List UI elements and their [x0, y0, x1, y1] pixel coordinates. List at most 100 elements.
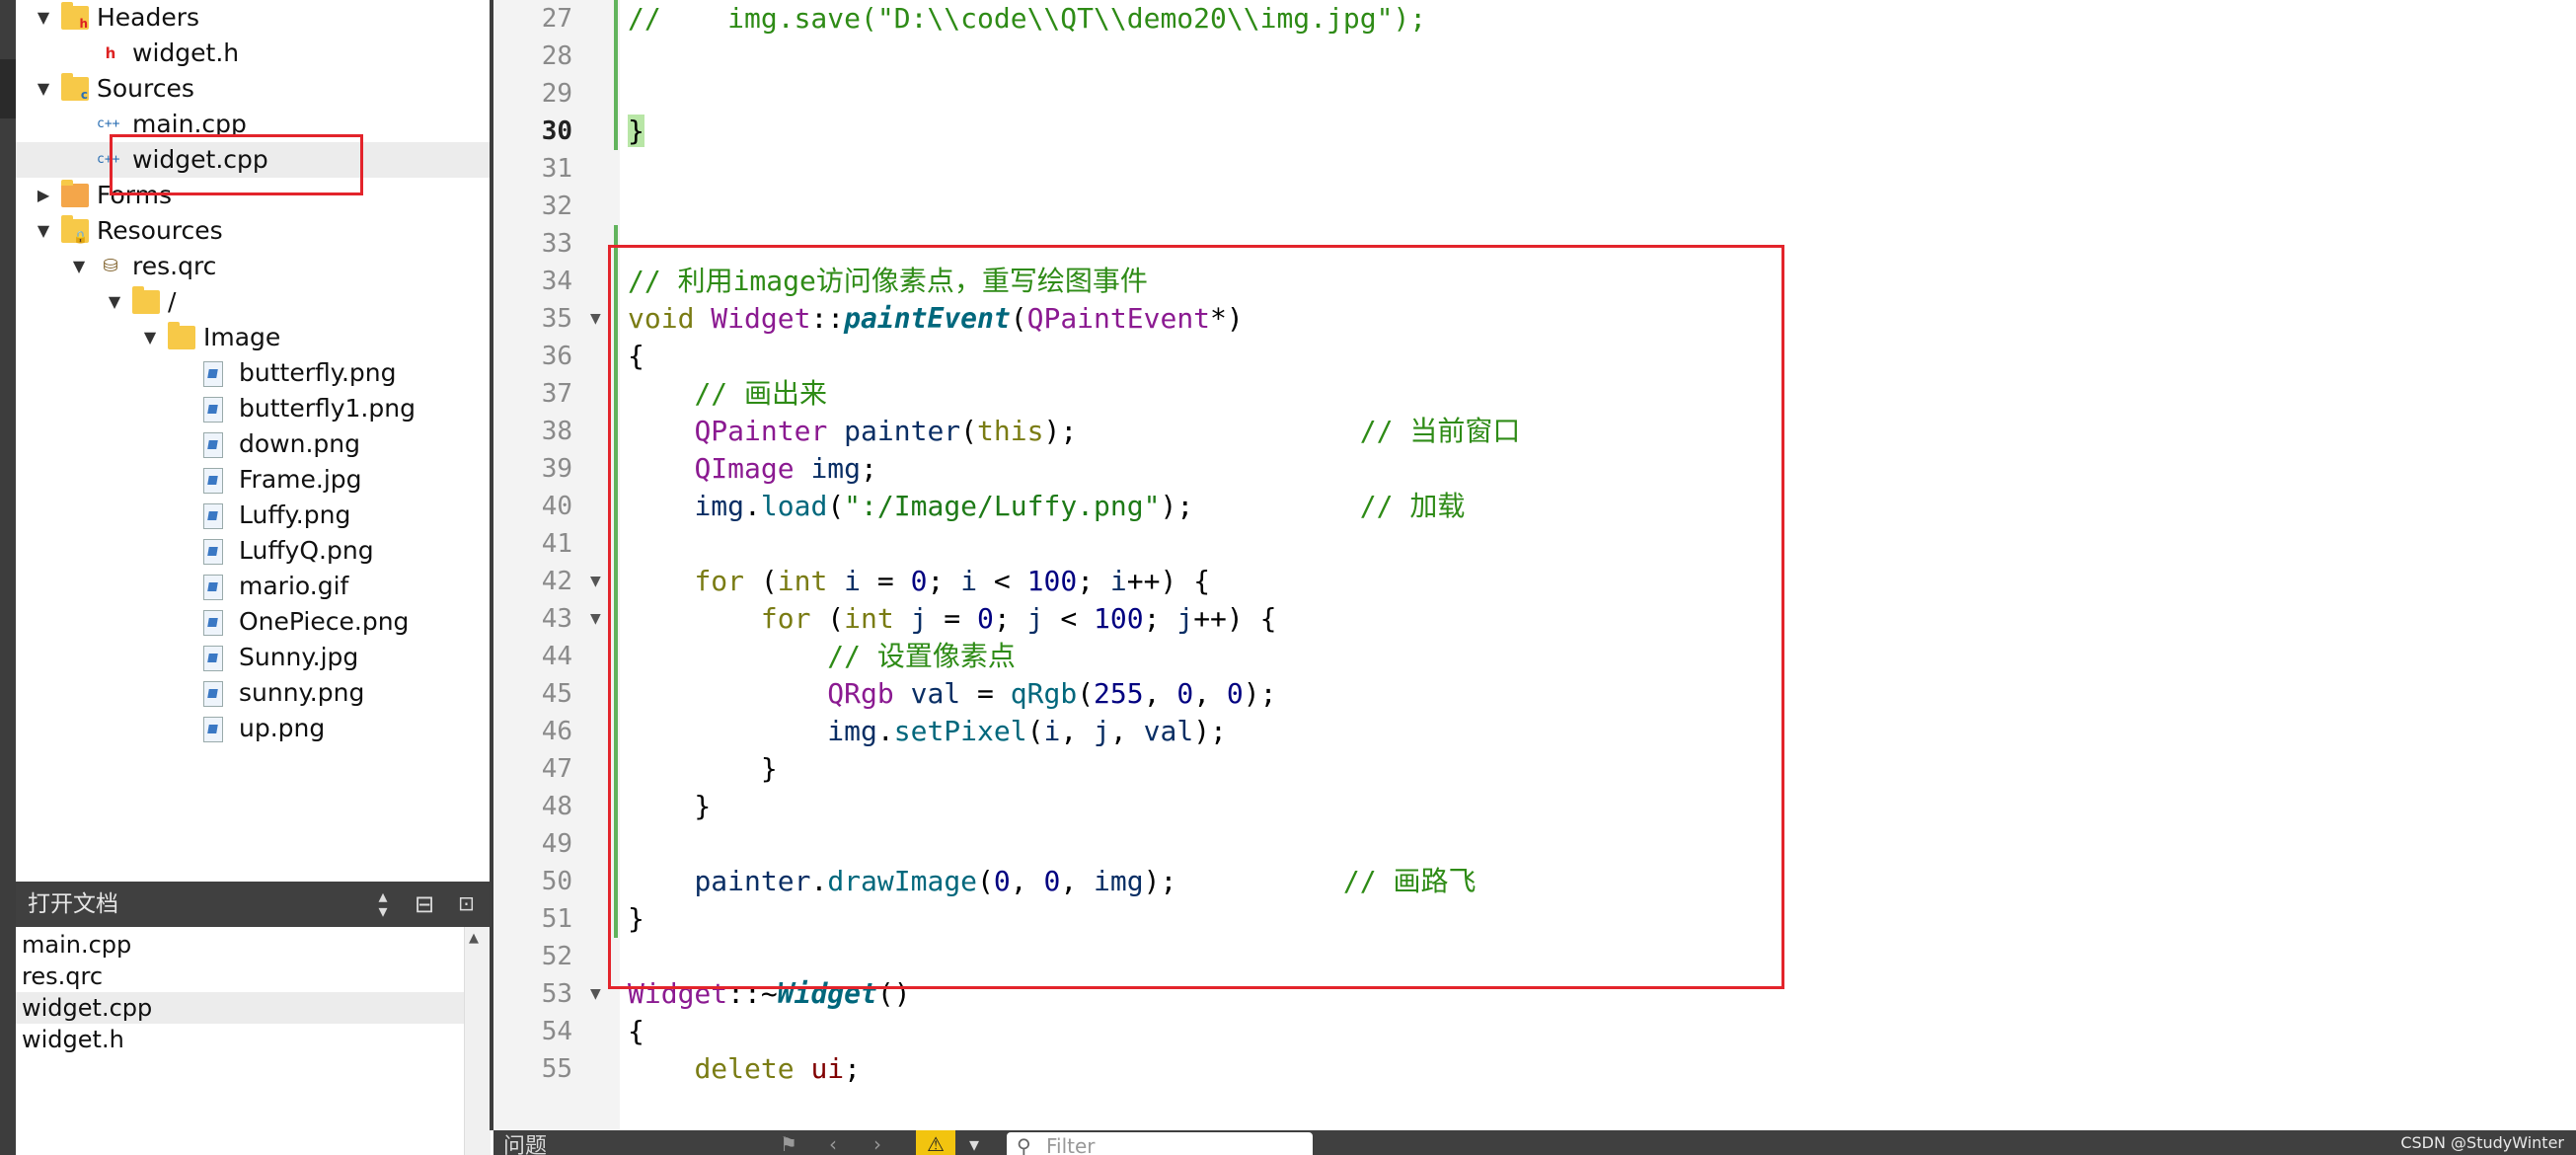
line-number: 30	[541, 116, 572, 146]
close-pane-icon[interactable]: ⊡	[458, 889, 486, 917]
open-document-item[interactable]: res.qrc	[16, 961, 464, 992]
sort-updown-icon[interactable]: ▴ ▾	[369, 888, 397, 921]
forms-folder-icon	[61, 180, 89, 207]
tree-item[interactable]: Frame.jpg	[16, 462, 490, 498]
code-line[interactable]: 27 // img.save("D:\\code\\QT\\demo20\\img…	[493, 0, 2576, 38]
line-number: 54	[541, 1017, 572, 1046]
tree-item[interactable]: ▼ /	[16, 284, 490, 320]
line-number: 36	[541, 342, 572, 371]
issues-tab[interactable]: 问题	[503, 1132, 547, 1155]
mode-selector-indicator	[0, 59, 16, 118]
tree-item[interactable]: Sunny.jpg	[16, 640, 490, 675]
code-token: ui	[810, 1052, 845, 1085]
image-file-icon	[203, 646, 223, 671]
line-number: 39	[541, 454, 572, 484]
tree-item[interactable]: sunny.png	[16, 675, 490, 711]
fold-arrow-icon[interactable]: ▼	[590, 300, 604, 338]
code-line[interactable]: 31	[493, 150, 2576, 188]
expand-arrow-icon[interactable]: ▼	[34, 71, 53, 107]
back-arrow-icon[interactable]: ‹	[829, 1132, 837, 1155]
open-documents-scrollbar[interactable]: ▲	[464, 927, 491, 1155]
expand-arrow-icon[interactable]: ▼	[34, 213, 53, 249]
line-number: 47	[541, 754, 572, 784]
tree-item-label: mario.gif	[239, 572, 349, 600]
open-documents-title: 打开文档	[28, 891, 118, 917]
line-number: 28	[541, 41, 572, 71]
code-line[interactable]: 54 {	[493, 1013, 2576, 1050]
fold-arrow-icon[interactable]: ▼	[590, 975, 604, 1013]
tree-item[interactable]: up.png	[16, 711, 490, 746]
resources-folder-icon: 🔒	[61, 215, 89, 243]
tree-item-label: butterfly.png	[239, 358, 397, 387]
tree-item[interactable]: ▼ 🔒 Resources	[16, 213, 490, 249]
expand-arrow-icon[interactable]: ▼	[140, 320, 160, 355]
split-view-icon[interactable]: ⊟	[415, 887, 448, 921]
image-file-icon	[203, 575, 223, 600]
tree-item[interactable]: mario.gif	[16, 569, 490, 604]
header-file-icon: h	[105, 44, 116, 62]
image-file-icon	[203, 361, 223, 387]
line-number: 38	[541, 417, 572, 446]
line-number: 33	[541, 229, 572, 259]
line-number: 55	[541, 1054, 572, 1084]
line-number: 40	[541, 492, 572, 521]
warning-filter-icon[interactable]: ⚠	[916, 1130, 955, 1155]
mode-selector-bar	[0, 0, 16, 1155]
tree-item[interactable]: Luffy.png	[16, 498, 490, 533]
fold-arrow-icon[interactable]: ▼	[590, 600, 604, 638]
image-file-icon	[203, 397, 223, 423]
expand-arrow-icon[interactable]: ▼	[105, 284, 124, 320]
tree-item[interactable]: ▼ h Headers	[16, 0, 490, 36]
expand-arrow-icon[interactable]: ▼	[69, 249, 89, 284]
tree-item-label: sunny.png	[239, 678, 365, 707]
code-line[interactable]: 28	[493, 38, 2576, 75]
tree-item-label: butterfly1.png	[239, 394, 416, 423]
fold-arrow-icon[interactable]: ▼	[590, 563, 604, 600]
filter-input[interactable]: ⚲ Filter	[1007, 1132, 1313, 1155]
tree-item-label: Sources	[97, 74, 194, 103]
qrc-file-icon: ⛁	[103, 256, 118, 276]
line-number: 34	[541, 267, 572, 296]
tree-item-label: Frame.jpg	[239, 465, 362, 494]
code-token: }	[628, 115, 644, 147]
forward-arrow-icon[interactable]: ›	[873, 1132, 881, 1155]
code-line[interactable]: 29	[493, 75, 2576, 113]
project-tree[interactable]: ▼ h Headers h widget.h ▼ c Sources c++ main.cpp c+…	[16, 0, 490, 882]
code-line[interactable]: 55 delete ui;	[493, 1050, 2576, 1088]
collapse-arrow-icon[interactable]: ▶	[34, 178, 53, 213]
open-document-item[interactable]: main.cpp	[16, 929, 464, 961]
expand-arrow-icon[interactable]: ▼	[34, 0, 53, 36]
scroll-up-icon[interactable]: ▲	[469, 931, 479, 946]
tree-item[interactable]: ▼ ⛁ res.qrc	[16, 249, 490, 284]
run-icon[interactable]: ⚑	[780, 1132, 797, 1155]
line-number: 48	[541, 792, 572, 821]
line-number: 43	[541, 604, 572, 634]
highlight-box-widget-cpp	[110, 134, 363, 195]
tree-item[interactable]: h widget.h	[16, 36, 490, 71]
code-line[interactable]: 30}	[493, 113, 2576, 150]
tree-item-label: down.png	[239, 429, 360, 458]
tree-item[interactable]: ▼ c Sources	[16, 71, 490, 107]
filter-dropdown-icon[interactable]: ▾	[969, 1132, 979, 1155]
tree-item[interactable]: LuffyQ.png	[16, 533, 490, 569]
cpp-file-icon: c++	[97, 116, 120, 131]
tree-item[interactable]: OnePiece.png	[16, 604, 490, 640]
code-text: {	[628, 1013, 644, 1050]
tree-item-label: up.png	[239, 714, 326, 742]
line-number: 50	[541, 867, 572, 896]
image-file-icon	[203, 503, 223, 529]
open-document-item[interactable]: widget.h	[16, 1024, 464, 1055]
tree-item-label: OnePiece.png	[239, 607, 410, 636]
code-text: delete ui;	[628, 1050, 861, 1088]
code-line[interactable]: 32	[493, 188, 2576, 225]
folder-icon	[168, 322, 195, 349]
open-documents-list[interactable]: ▲ main.cpp res.qrc widget.cpp widget.h	[16, 927, 491, 1155]
tree-item[interactable]: down.png	[16, 426, 490, 462]
tree-item[interactable]: butterfly.png	[16, 355, 490, 391]
modified-line-marker	[614, 113, 618, 150]
code-text: // img.save("D:\\code\\QT\\demo20\\img.j…	[628, 0, 1426, 38]
tree-item[interactable]: butterfly1.png	[16, 391, 490, 426]
tree-item[interactable]: ▼ Image	[16, 320, 490, 355]
open-document-item[interactable]: widget.cpp	[16, 992, 464, 1024]
